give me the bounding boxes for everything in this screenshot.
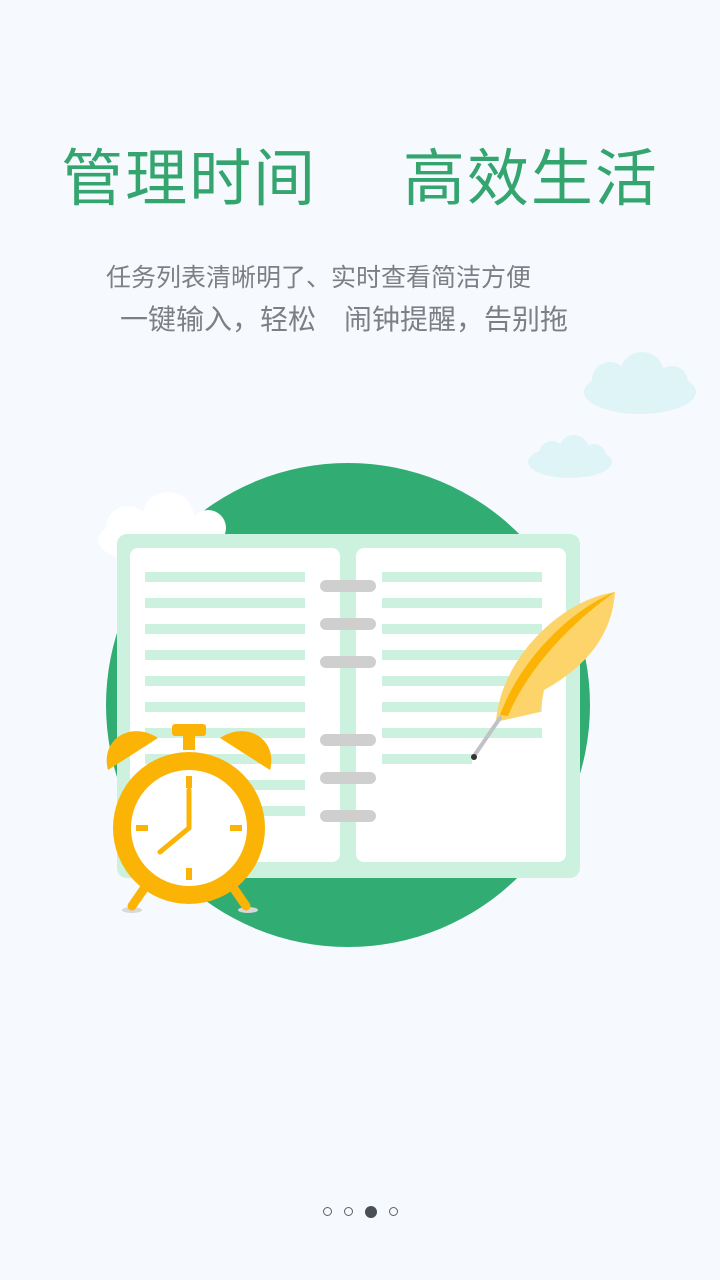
- cloud-icon: [528, 435, 612, 478]
- page-dot-4[interactable]: [388, 1207, 398, 1216]
- cloud-icon: [584, 352, 696, 414]
- onboarding-illustration: [98, 352, 696, 947]
- page-indicator: [0, 1203, 720, 1221]
- page-dot-3[interactable]: [364, 1206, 377, 1218]
- page-dot-2[interactable]: [343, 1207, 353, 1216]
- page-dot-1[interactable]: [322, 1207, 332, 1216]
